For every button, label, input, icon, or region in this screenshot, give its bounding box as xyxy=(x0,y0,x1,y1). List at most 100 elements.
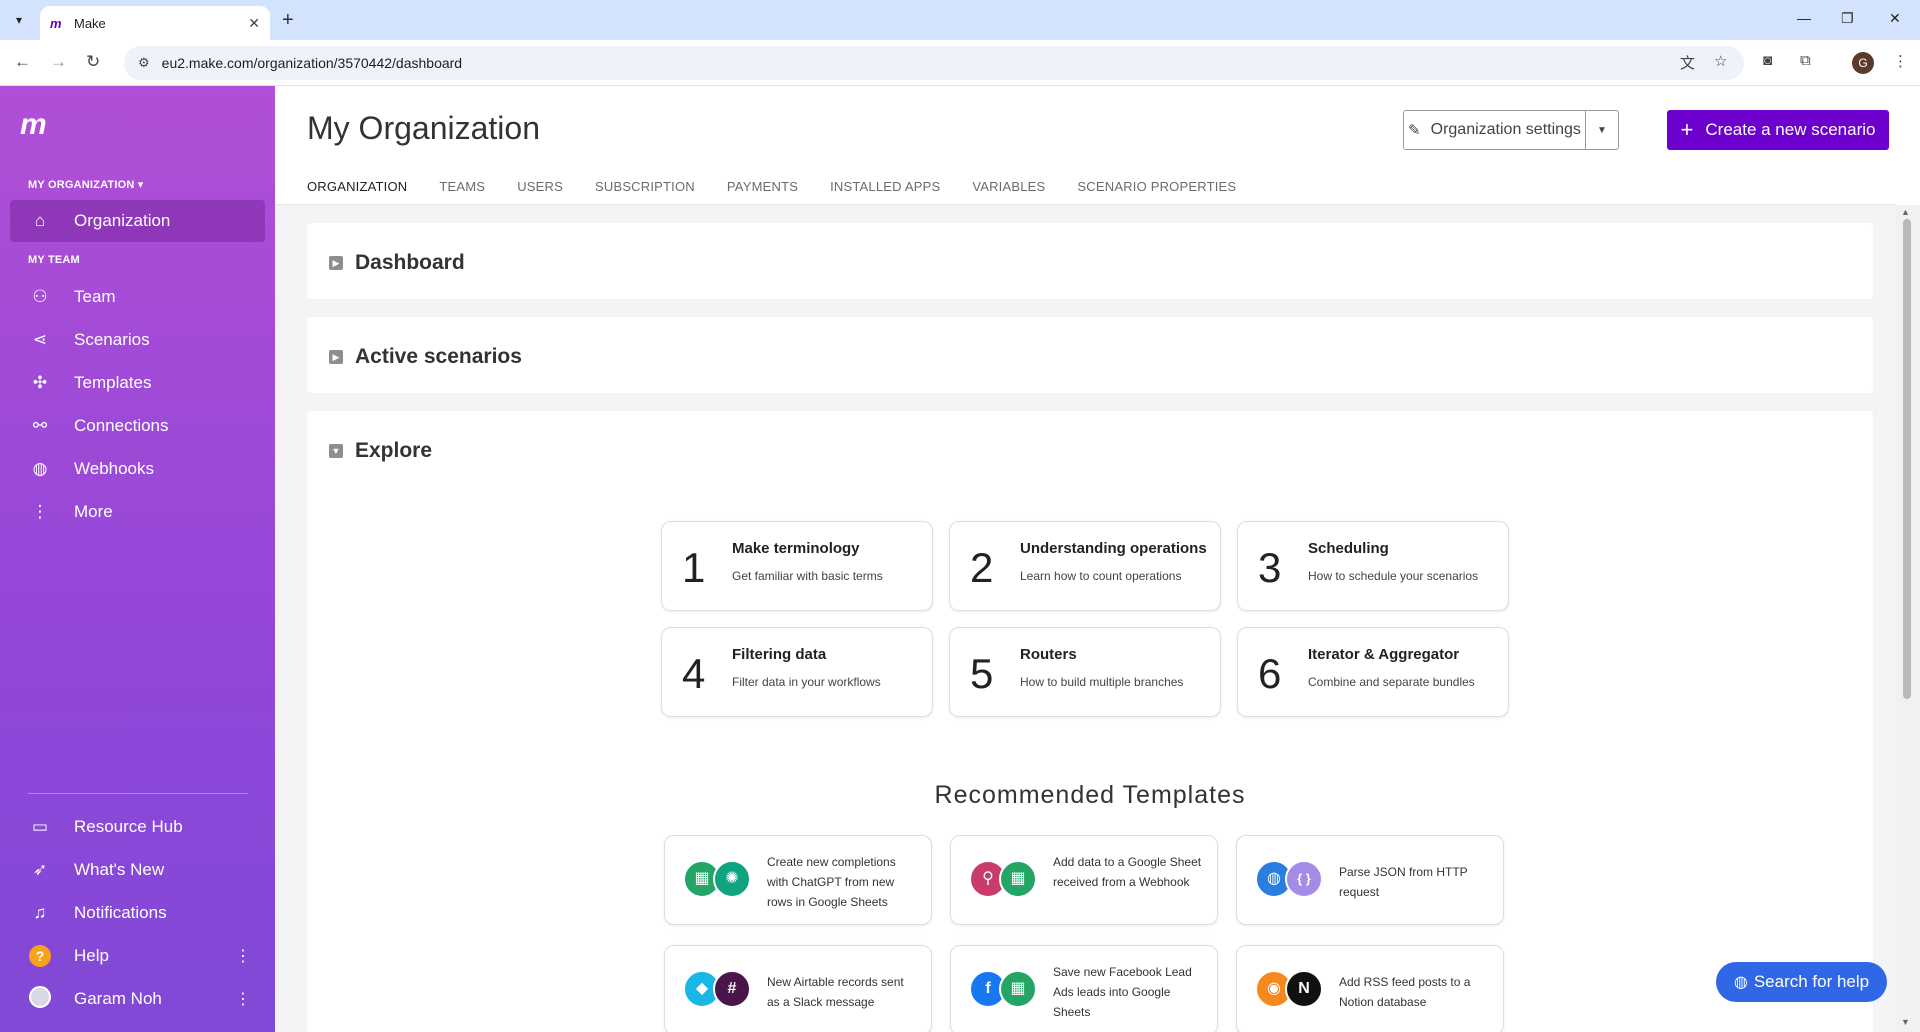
sidebar-item-notifications[interactable]: ♫ Notifications xyxy=(10,892,265,934)
template-card[interactable]: ⚲ ▦ Add data to a Google Sheet received … xyxy=(950,835,1218,925)
explore-toggle[interactable]: ▼ Explore xyxy=(329,439,432,463)
step-title: Filtering data xyxy=(732,646,827,663)
step-card[interactable]: 5 Routers How to build multiple branches xyxy=(949,627,1221,717)
page-title: My Organization xyxy=(307,110,540,146)
sidebar-item-whats-new[interactable]: ➶ What's New xyxy=(10,849,265,891)
search-for-help-button[interactable]: ◍ Search for help xyxy=(1716,962,1887,1002)
scroll-thumb[interactable] xyxy=(1903,219,1911,699)
sidebar-item-scenarios[interactable]: ⋖ Scenarios xyxy=(10,319,265,361)
back-icon[interactable]: ← xyxy=(14,52,31,72)
page-scrollbar[interactable]: ▲ ▼ xyxy=(1895,205,1920,1032)
sidebar-item-connections[interactable]: ⚯ Connections xyxy=(10,405,265,447)
slack-icon: # xyxy=(713,970,751,1008)
sidebar-item-label: More xyxy=(74,502,113,521)
restore-icon[interactable]: ❐ xyxy=(1841,10,1854,27)
expand-icon: ▶ xyxy=(329,256,343,270)
avatar xyxy=(29,985,51,1008)
plus-icon: + xyxy=(1680,117,1694,142)
content-area: ▶ Dashboard ▶ Active scenarios ▼ Explore… xyxy=(275,205,1895,1032)
google-sheets-icon: ▦ xyxy=(999,860,1037,898)
google-sheets-icon: ▦ xyxy=(999,970,1037,1008)
make-logo[interactable]: m xyxy=(20,108,47,142)
sidebar-item-team[interactable]: ⚇ Team xyxy=(10,276,265,318)
active-scenarios-toggle[interactable]: ▶ Active scenarios xyxy=(329,345,522,369)
step-card[interactable]: 4 Filtering data Filter data in your wor… xyxy=(661,627,933,717)
template-card[interactable]: ◆ # New Airtable records sent as a Slack… xyxy=(664,945,932,1032)
template-card[interactable]: ◍ { } Parse JSON from HTTP request xyxy=(1236,835,1504,925)
sidebar-item-label: Resource Hub xyxy=(74,817,183,836)
panel-title: Explore xyxy=(355,439,433,462)
reload-icon[interactable]: ↻ xyxy=(86,52,100,72)
sidebar-item-organization[interactable]: ⌂ Organization xyxy=(10,200,265,242)
sidebar-item-label: Webhooks xyxy=(74,459,155,478)
sidebar-item-webhooks[interactable]: ◍ Webhooks xyxy=(10,448,265,490)
step-title: Understanding operations xyxy=(1020,540,1207,557)
sidebar: m MY ORGANIZATION ▾ ⌂ Organization MY TE… xyxy=(0,86,275,1032)
puzzle-icon: ✣ xyxy=(32,373,48,392)
sidebar-item-user[interactable]: Garam Noh ⋮ xyxy=(10,978,265,1020)
settings-dropdown-icon[interactable]: ▼ xyxy=(1586,125,1618,136)
team-icon: ⚇ xyxy=(32,287,48,306)
share-icon: ⋖ xyxy=(32,330,48,349)
sidebar-item-label: Templates xyxy=(74,373,152,392)
create-scenario-button[interactable]: + Create a new scenario xyxy=(1667,110,1889,150)
rocket-icon: ➶ xyxy=(32,860,48,879)
window-close-icon[interactable]: ✕ xyxy=(1889,10,1901,27)
template-description: Add RSS feed posts to a Notion database xyxy=(1339,975,1471,1009)
book-icon: ▭ xyxy=(31,817,49,836)
sidebar-item-label: Organization xyxy=(74,211,171,230)
user-menu-icon[interactable]: ⋮ xyxy=(235,989,251,1009)
template-card[interactable]: ◉ N Add RSS feed posts to a Notion datab… xyxy=(1236,945,1504,1032)
sidebar-item-resource-hub[interactable]: ▭ Resource Hub xyxy=(10,806,265,848)
tab-search-chevron-icon[interactable]: ▾ xyxy=(6,8,32,32)
forward-icon[interactable]: → xyxy=(50,52,67,72)
sidebar-item-label: Team xyxy=(74,287,116,306)
translate-icon[interactable]: 文 xyxy=(1680,52,1695,73)
step-number: 3 xyxy=(1258,544,1282,591)
browser-tab-strip: ▾ m Make ✕ + — ❐ ✕ xyxy=(0,0,1920,40)
sidebar-item-help[interactable]: ? Help ⋮ xyxy=(10,935,265,977)
site-info-icon[interactable]: ⚙ xyxy=(138,55,150,71)
panel-title: Active scenarios xyxy=(355,345,522,368)
extensions-icon[interactable]: ⧉ xyxy=(1800,52,1811,69)
step-card[interactable]: 2 Understanding operations Learn how to … xyxy=(949,521,1221,611)
step-number: 2 xyxy=(970,544,994,591)
browser-menu-icon[interactable]: ⋮ xyxy=(1893,52,1908,70)
step-description: Combine and separate bundles xyxy=(1308,675,1475,689)
sidebar-item-templates[interactable]: ✣ Templates xyxy=(10,362,265,404)
template-card[interactable]: f ▦ Save new Facebook Lead Ads leads int… xyxy=(950,945,1218,1032)
help-menu-icon[interactable]: ⋮ xyxy=(235,946,251,966)
sidebar-item-label: Connections xyxy=(74,416,169,435)
help-icon: ? xyxy=(29,945,51,967)
dashboard-toggle[interactable]: ▶ Dashboard xyxy=(329,251,465,275)
step-card[interactable]: 3 Scheduling How to schedule your scenar… xyxy=(1237,521,1509,611)
org-section-label[interactable]: MY ORGANIZATION ▾ xyxy=(28,178,143,191)
camera-icon[interactable]: ◙ xyxy=(1763,52,1772,69)
organization-settings-button[interactable]: ✎ Organization settings ▼ xyxy=(1403,110,1619,150)
browser-toolbar: ← → ↻ ⚙ eu2.make.com/organization/357044… xyxy=(0,40,1920,86)
minimize-icon[interactable]: — xyxy=(1797,10,1811,26)
scroll-up-icon[interactable]: ▲ xyxy=(1901,207,1910,217)
dashboard-panel: ▶ Dashboard xyxy=(307,223,1873,299)
step-number: 5 xyxy=(970,650,994,697)
step-card[interactable]: 1 Make terminology Get familiar with bas… xyxy=(661,521,933,611)
collapse-icon: ▼ xyxy=(329,444,343,458)
step-card[interactable]: 6 Iterator & Aggregator Combine and sepa… xyxy=(1237,627,1509,717)
close-tab-icon[interactable]: ✕ xyxy=(248,15,260,32)
sidebar-item-more[interactable]: ⋮ More xyxy=(10,491,265,533)
sidebar-item-label: What's New xyxy=(74,860,165,879)
step-description: Learn how to count operations xyxy=(1020,569,1182,583)
template-description: Add data to a Google Sheet received from… xyxy=(1053,855,1202,889)
bookmark-star-icon[interactable]: ☆ xyxy=(1714,52,1727,70)
profile-avatar[interactable]: G xyxy=(1852,52,1874,74)
scroll-down-icon[interactable]: ▼ xyxy=(1901,1017,1910,1027)
notion-icon: N xyxy=(1285,970,1323,1008)
step-number: 1 xyxy=(682,544,706,591)
step-number: 6 xyxy=(1258,650,1282,697)
browser-tab[interactable]: m Make ✕ xyxy=(40,6,270,40)
link-icon: ⚯ xyxy=(32,416,48,435)
address-bar[interactable]: ⚙ eu2.make.com/organization/3570442/dash… xyxy=(124,46,1744,80)
search-for-help-label: Search for help xyxy=(1753,972,1870,991)
template-card[interactable]: ▦ ✺ Create new completions with ChatGPT … xyxy=(664,835,932,925)
new-tab-icon[interactable]: + xyxy=(282,8,294,32)
